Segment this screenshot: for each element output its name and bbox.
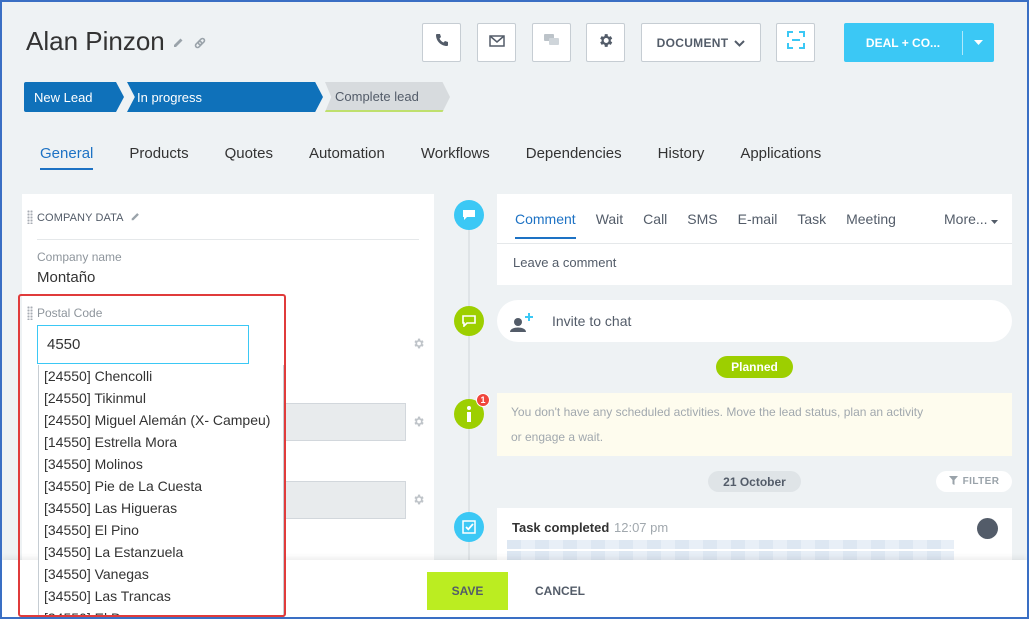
suggestion-item[interactable]: [34550] Pie de La Cuesta: [39, 475, 283, 497]
tab-general[interactable]: General: [40, 145, 94, 170]
funnel-icon: [948, 475, 958, 488]
tab-workflows[interactable]: Workflows: [421, 145, 490, 170]
divider: [37, 239, 419, 240]
activity-tab-more[interactable]: More...: [944, 211, 999, 227]
section-header: COMPANY DATA: [37, 211, 141, 225]
add-user-icon: [509, 311, 535, 338]
suggestion-item[interactable]: [14550] Estrella Mora: [39, 431, 283, 453]
activity-tab-meeting[interactable]: Meeting: [846, 211, 896, 239]
tab-history[interactable]: History: [658, 145, 705, 170]
tab-automation[interactable]: Automation: [309, 145, 385, 170]
company-name-value[interactable]: Montaño: [37, 269, 95, 286]
field-gear-icon[interactable]: [412, 493, 425, 509]
hidden-field-box[interactable]: [267, 481, 406, 519]
activity-tab-sms[interactable]: SMS: [687, 211, 717, 239]
stage-complete-lead[interactable]: Complete lead: [325, 82, 450, 112]
invite-label: Invite to chat: [552, 313, 632, 329]
company-name-label: Company name: [37, 250, 122, 264]
chat-bubbles-icon: [543, 33, 560, 52]
activity-editor: Comment Wait Call SMS E-mail Task Meetin…: [497, 194, 1012, 285]
field-gear-icon[interactable]: [412, 337, 425, 353]
task-check-icon: [454, 512, 484, 542]
notice-text-line2: or engage a wait.: [511, 430, 604, 444]
postal-code-label: Postal Code: [37, 306, 103, 320]
date-separator: 21 October: [708, 471, 801, 492]
chat-button[interactable]: [532, 23, 571, 62]
comment-input[interactable]: Leave a comment: [513, 255, 616, 270]
deal-contact-button[interactable]: DEAL + CO...: [844, 23, 994, 62]
more-label: More...: [944, 211, 988, 227]
chat-icon: [454, 306, 484, 336]
suggestion-item[interactable]: [24550] Miguel Alemán (X- Campeu): [39, 409, 283, 431]
chevron-down-icon: [734, 36, 746, 50]
suggestion-item[interactable]: [34550] Las Higueras: [39, 497, 283, 519]
caret-down-icon[interactable]: [963, 40, 994, 45]
activity-tab-call[interactable]: Call: [643, 211, 667, 239]
save-button[interactable]: SAVE: [427, 572, 508, 610]
suggestion-item[interactable]: [34550] El Durazno: [39, 607, 283, 616]
suggestion-item[interactable]: [34550] Las Trancas: [39, 585, 283, 607]
suggestion-item[interactable]: [24550] Chencolli: [39, 365, 283, 387]
drag-handle-icon[interactable]: [27, 210, 33, 224]
comment-bubble-icon: [454, 200, 484, 230]
task-time: 12:07 pm: [614, 520, 669, 535]
title-actions: [172, 36, 207, 55]
tab-dependencies[interactable]: Dependencies: [526, 145, 622, 170]
settings-button[interactable]: [586, 23, 625, 62]
activity-tab-email[interactable]: E-mail: [738, 211, 778, 239]
call-button[interactable]: [422, 23, 461, 62]
tab-products[interactable]: Products: [129, 145, 188, 170]
suggestion-item[interactable]: [34550] La Estanzuela: [39, 541, 283, 563]
scan-frame-icon: [786, 31, 805, 54]
task-completed-card: Task completed 12:07 pm: [497, 508, 1012, 560]
tab-quotes[interactable]: Quotes: [225, 145, 273, 170]
document-button[interactable]: DOCUMENT: [641, 23, 761, 62]
task-title: Task completed: [512, 520, 610, 535]
email-button[interactable]: [477, 23, 516, 62]
suggestion-item[interactable]: [34550] Vanegas: [39, 563, 283, 585]
page-title: Alan Pinzon: [26, 26, 165, 56]
activity-tab-comment[interactable]: Comment: [515, 211, 576, 239]
suggestion-item[interactable]: [34550] El Pino: [39, 519, 283, 541]
scan-button[interactable]: [776, 23, 815, 62]
filter-button[interactable]: FILTER: [936, 471, 1012, 492]
scheduled-notice: You don't have any scheduled activities.…: [497, 393, 1012, 456]
notice-count-badge: 1: [476, 393, 490, 407]
caret-down-icon: [991, 211, 999, 227]
section-title: COMPANY DATA: [37, 212, 124, 224]
invite-to-chat-row[interactable]: Invite to chat: [497, 300, 1012, 342]
postal-code-suggestions: [24550] Chencolli [24550] Tikinmul [2455…: [38, 365, 284, 617]
suggestion-item[interactable]: [24550] Tikinmul: [39, 387, 283, 409]
postal-code-input[interactable]: [37, 325, 249, 364]
phone-icon: [434, 32, 450, 53]
deal-button-label: DEAL + CO...: [865, 35, 941, 50]
edit-pencil-icon[interactable]: [130, 211, 141, 225]
crm-window: Alan Pinzon DOCUMENT DEAL + CO... New Le…: [0, 0, 1029, 619]
tab-applications[interactable]: Applications: [740, 145, 821, 170]
blurred-content: [507, 551, 954, 560]
activity-tab-wait[interactable]: Wait: [596, 211, 623, 239]
cancel-button[interactable]: CANCEL: [526, 572, 594, 610]
envelope-icon: [488, 34, 505, 52]
filter-label: FILTER: [962, 476, 1000, 487]
timeline-line: [468, 202, 470, 562]
link-icon[interactable]: [193, 36, 207, 55]
blurred-content: [507, 540, 954, 549]
activity-tabs: Comment Wait Call SMS E-mail Task Meetin…: [515, 211, 916, 239]
field-gear-icon[interactable]: [412, 415, 425, 431]
activity-tab-task[interactable]: Task: [797, 211, 826, 239]
edit-pencil-icon[interactable]: [172, 36, 185, 55]
avatar[interactable]: [977, 518, 998, 539]
notice-text-line1: You don't have any scheduled activities.…: [511, 405, 924, 419]
planned-badge: Planned: [716, 356, 793, 378]
stage-new-lead[interactable]: New Lead: [24, 82, 124, 112]
suggestion-item[interactable]: [34550] Molinos: [39, 453, 283, 475]
main-tabs: General Products Quotes Automation Workf…: [40, 145, 857, 170]
stage-in-progress[interactable]: In progress: [127, 82, 323, 112]
hidden-field-box[interactable]: [267, 403, 406, 441]
divider: [497, 243, 1012, 244]
drag-handle-icon[interactable]: [27, 306, 33, 320]
gear-icon: [597, 32, 614, 54]
document-button-label: DOCUMENT: [656, 35, 729, 50]
